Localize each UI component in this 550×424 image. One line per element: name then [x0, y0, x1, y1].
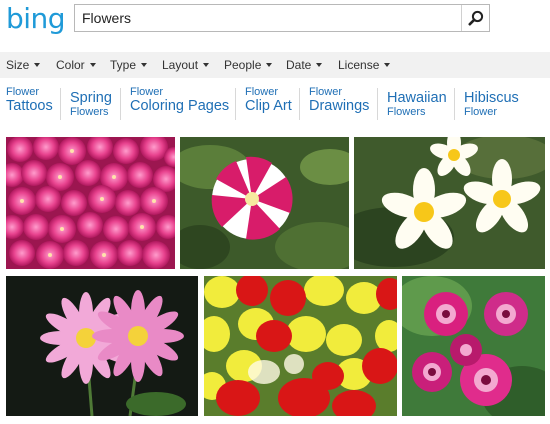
filter-date[interactable]: Date: [286, 58, 323, 72]
divider: [120, 88, 121, 120]
related-hibiscus-flower[interactable]: Hibiscus Flower: [464, 86, 519, 118]
filter-type[interactable]: Type: [110, 58, 148, 72]
filter-color[interactable]: Color: [56, 58, 96, 72]
pink-daisies-image[interactable]: [6, 276, 198, 416]
dianthus-image[interactable]: [402, 276, 545, 416]
filter-people[interactable]: People: [224, 58, 273, 72]
divider: [235, 88, 236, 120]
caret-down-icon: [34, 63, 41, 67]
divider: [454, 88, 455, 120]
divider: [299, 88, 300, 120]
pink-chrysanthemums-image[interactable]: [6, 137, 175, 269]
related-flower-coloring-pages[interactable]: Flower Coloring Pages: [130, 86, 229, 114]
search-input[interactable]: [75, 5, 461, 31]
magnifier-icon: [467, 10, 483, 26]
related-flower-drawings[interactable]: Flower Drawings: [309, 86, 369, 114]
related-flower-clip-art[interactable]: Flower Clip Art: [245, 86, 292, 114]
filter-layout[interactable]: Layout: [162, 58, 210, 72]
search-box: [74, 4, 490, 32]
tulips-image[interactable]: [204, 276, 397, 416]
caret-down-icon: [203, 63, 210, 67]
filter-bar: Size Color Type Layout People Date Licen…: [0, 52, 550, 78]
caret-down-icon: [89, 63, 96, 67]
caret-down-icon: [141, 63, 148, 67]
plumeria-image[interactable]: [354, 137, 545, 269]
divider: [377, 88, 378, 120]
related-hawaiian-flowers[interactable]: Hawaiian Flowers: [387, 86, 447, 118]
related-flower-tattoos[interactable]: Flower Tattoos: [6, 86, 53, 114]
bing-logo[interactable]: bing: [6, 2, 66, 35]
caret-down-icon: [316, 63, 323, 67]
search-button[interactable]: [461, 5, 489, 31]
related-searches: Flower Tattoos Spring Flowers Flower Colori…: [0, 86, 550, 122]
divider: [60, 88, 61, 120]
caret-down-icon: [266, 63, 273, 67]
filter-size[interactable]: Size: [6, 58, 41, 72]
filter-license[interactable]: License: [338, 58, 391, 72]
caret-down-icon: [384, 63, 391, 67]
related-spring-flowers[interactable]: Spring Flowers: [70, 86, 112, 118]
striped-petunia-image[interactable]: [180, 137, 349, 269]
